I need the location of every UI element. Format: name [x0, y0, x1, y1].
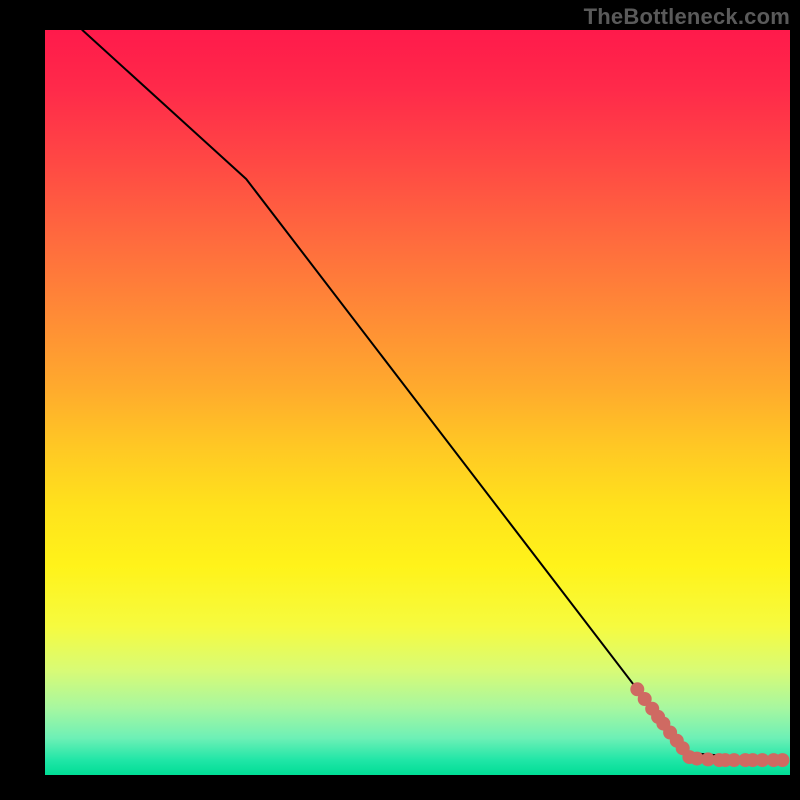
scatter-point [776, 753, 790, 767]
attribution-text: TheBottleneck.com [584, 4, 790, 30]
chart-frame: TheBottleneck.com [0, 0, 800, 800]
scatter-points [630, 682, 789, 767]
chart-svg [45, 30, 790, 775]
plot-area [45, 30, 790, 775]
curve-line [82, 30, 775, 760]
